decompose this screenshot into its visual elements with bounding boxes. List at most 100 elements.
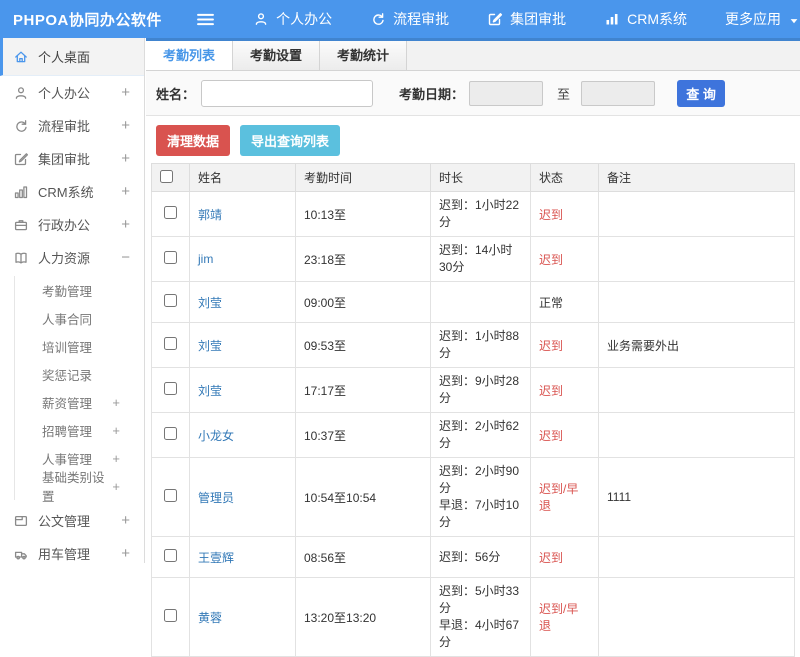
name-cell: jim xyxy=(189,236,296,282)
tab-attendance-list[interactable]: 考勤列表 xyxy=(146,41,234,70)
note-cell: 业务需要外出 xyxy=(598,322,795,368)
nav-personal-office[interactable]: 个人办公 xyxy=(253,9,332,29)
flow-icon xyxy=(13,118,29,134)
tab-attendance-settings[interactable]: 考勤设置 xyxy=(233,41,321,70)
row-checkbox[interactable] xyxy=(164,549,177,562)
row-checkbox[interactable] xyxy=(164,382,177,395)
query-button[interactable]: 查 询 xyxy=(677,79,726,107)
to-label: 至 xyxy=(557,86,571,102)
note-cell xyxy=(598,412,795,458)
nav-group-approval[interactable]: 集团审批 xyxy=(487,9,566,29)
row-checkbox[interactable] xyxy=(164,294,177,307)
duration-line: 早退：4小时67分 xyxy=(439,618,520,649)
sidebar-subitem-attendance-mgmt[interactable]: 考勤管理 xyxy=(14,276,144,304)
status-cell: 迟到/早退 xyxy=(530,457,599,537)
table-row: 刘莹 09:00至 正常 xyxy=(151,281,795,323)
column-header-name: 姓名 xyxy=(189,163,296,192)
export-list-button[interactable]: 导出查询列表 xyxy=(240,125,341,156)
nav-workflow-approval[interactable]: 流程审批 xyxy=(370,9,449,29)
sidebar-item-label: 个人办公 xyxy=(38,86,91,101)
employee-name-link[interactable]: 小龙女 xyxy=(198,429,234,443)
employee-name-link[interactable]: 刘莹 xyxy=(198,296,222,310)
sidebar-item-personal-desktop[interactable]: 个人桌面 xyxy=(0,38,144,76)
table-row: 郭靖 10:13至 迟到：1小时22分 迟到 xyxy=(151,191,795,237)
sidebar-item-group-approval[interactable]: 集团审批 + xyxy=(0,142,144,175)
collapse-minus-icon[interactable]: − xyxy=(121,249,132,266)
note-cell xyxy=(598,281,795,323)
date-to-input[interactable] xyxy=(581,80,656,106)
employee-name-link[interactable]: 刘莹 xyxy=(198,384,222,398)
attendance-time-cell: 10:54至10:54 xyxy=(295,457,431,537)
status-cell: 迟到/早退 xyxy=(530,577,599,657)
status-cell: 迟到 xyxy=(530,236,599,282)
row-checkbox[interactable] xyxy=(164,251,177,264)
expand-plus-icon[interactable]: + xyxy=(112,479,120,494)
expand-plus-icon[interactable]: + xyxy=(121,150,132,167)
row-checkbox[interactable] xyxy=(164,489,177,502)
attendance-time-cell: 23:18至 xyxy=(295,236,431,282)
clean-data-button[interactable]: 清理数据 xyxy=(156,125,231,156)
date-from-input[interactable] xyxy=(469,80,544,106)
select-all-cell xyxy=(151,163,190,192)
sidebar-item-vehicle-mgmt[interactable]: 用车管理 + xyxy=(0,537,144,563)
column-header-duration: 时长 xyxy=(430,163,531,192)
employee-name-link[interactable]: jim xyxy=(198,252,213,266)
expand-plus-icon[interactable]: + xyxy=(121,545,132,562)
tab-attendance-statistics[interactable]: 考勤统计 xyxy=(320,41,408,70)
employee-name-link[interactable]: 王壹辉 xyxy=(198,551,234,565)
hamburger-menu-icon[interactable] xyxy=(196,11,217,27)
row-checkbox[interactable] xyxy=(164,337,177,350)
sidebar-subitem-label: 招聘管理 xyxy=(42,424,93,439)
nav-label: 集团审批 xyxy=(510,11,567,27)
row-checkbox-cell xyxy=(151,412,190,458)
name-cell: 王壹辉 xyxy=(189,536,296,578)
sidebar-item-workflow-approval[interactable]: 流程审批 + xyxy=(0,109,144,142)
duration-line: 迟到：2小时90分 xyxy=(439,464,520,495)
nav-more-apps[interactable]: 更多应用 xyxy=(725,9,800,29)
sidebar-item-crm-system[interactable]: CRM系统 + xyxy=(0,175,144,208)
employee-name-link[interactable]: 刘莹 xyxy=(198,339,222,353)
employee-name-link[interactable]: 管理员 xyxy=(198,491,234,505)
car-icon xyxy=(13,546,29,562)
sidebar-item-document-mgmt[interactable]: 公文管理 + xyxy=(0,504,144,537)
sidebar-subitem-training-mgmt[interactable]: 培训管理 xyxy=(14,332,144,360)
attendance-table-wrap: 姓名 考勤时间 时长 状态 备注 郭靖 10:13至 迟到：1小时22分 迟到 … xyxy=(146,163,800,657)
attendance-time-cell: 09:53至 xyxy=(295,322,431,368)
expand-plus-icon[interactable]: + xyxy=(112,451,120,466)
column-header-status: 状态 xyxy=(530,163,599,192)
row-checkbox-cell xyxy=(151,577,190,657)
status-cell: 迟到 xyxy=(530,412,599,458)
employee-name-link[interactable]: 郭靖 xyxy=(198,208,222,222)
expand-plus-icon[interactable]: + xyxy=(121,84,132,101)
expand-plus-icon[interactable]: + xyxy=(121,183,132,200)
sidebar-subitem-reward-punishment[interactable]: 奖惩记录 xyxy=(14,360,144,388)
column-header-time: 考勤时间 xyxy=(295,163,431,192)
nav-label: CRM系统 xyxy=(627,11,687,27)
sidebar-subitem-label: 人事管理 xyxy=(42,452,93,467)
row-checkbox[interactable] xyxy=(164,609,177,622)
status-text: 迟到 xyxy=(539,383,564,398)
sidebar-item-human-resources[interactable]: 人力资源 − xyxy=(0,241,144,274)
sidebar-item-personal-office[interactable]: 个人办公 + xyxy=(0,76,144,109)
sidebar-subitem-salary-mgmt[interactable]: 薪资管理 + xyxy=(14,388,144,416)
row-checkbox[interactable] xyxy=(164,427,177,440)
sidebar-subitem-recruit-mgmt[interactable]: 招聘管理 + xyxy=(14,416,144,444)
note-cell xyxy=(598,536,795,578)
expand-plus-icon[interactable]: + xyxy=(121,512,132,529)
home-icon xyxy=(13,49,29,65)
status-text: 迟到 xyxy=(539,428,564,443)
sidebar-subitem-base-category-settings[interactable]: 基础类别设置 + xyxy=(14,471,144,504)
select-all-checkbox[interactable] xyxy=(160,169,173,183)
name-cell: 刘莹 xyxy=(189,367,296,413)
nav-crm-system[interactable]: CRM系统 xyxy=(604,9,687,29)
row-checkbox-cell xyxy=(151,236,190,282)
employee-name-link[interactable]: 黄蓉 xyxy=(198,611,222,625)
expand-plus-icon[interactable]: + xyxy=(112,395,120,410)
row-checkbox[interactable] xyxy=(164,206,177,219)
expand-plus-icon[interactable]: + xyxy=(121,117,132,134)
expand-plus-icon[interactable]: + xyxy=(121,216,132,233)
sidebar-item-admin-office[interactable]: 行政办公 + xyxy=(0,208,144,241)
expand-plus-icon[interactable]: + xyxy=(112,423,120,438)
name-input[interactable] xyxy=(201,79,374,107)
sidebar-subitem-hr-contract[interactable]: 人事合同 xyxy=(14,304,144,332)
